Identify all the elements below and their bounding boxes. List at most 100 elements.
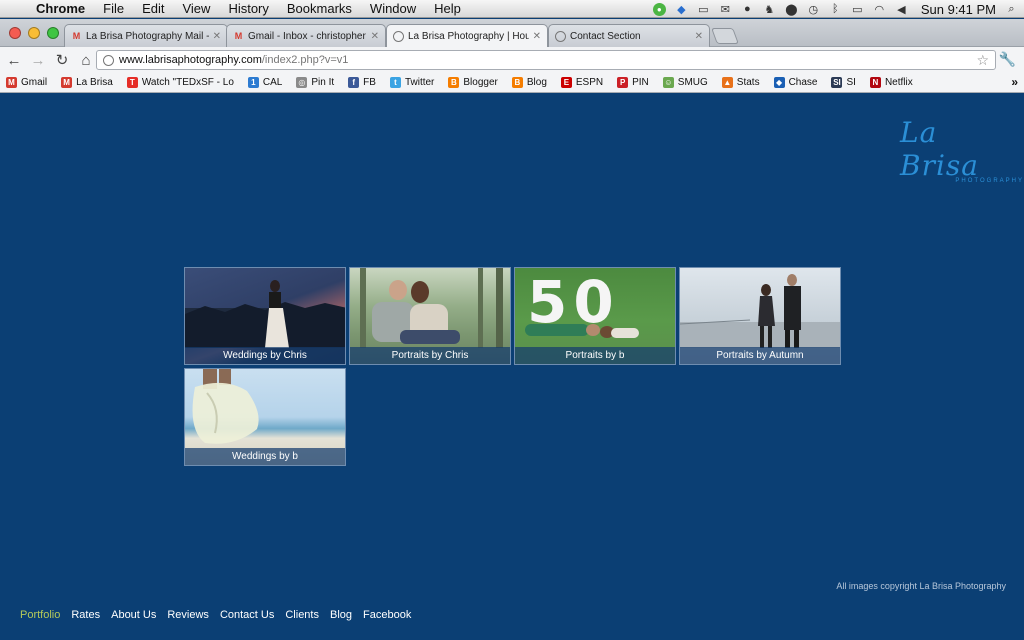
menu-bookmarks[interactable]: Bookmarks bbox=[278, 1, 361, 16]
bookmark-item[interactable]: t Twitter bbox=[389, 77, 434, 88]
tile-caption: Weddings by b bbox=[185, 448, 345, 465]
mac-menu-bar: Chrome File Edit View History Bookmarks … bbox=[0, 0, 1024, 18]
battery-icon[interactable]: ▭ bbox=[851, 3, 864, 16]
bluetooth-icon[interactable]: ᛒ bbox=[829, 3, 842, 16]
bookmark-item[interactable]: N Netflix bbox=[869, 77, 913, 88]
bookmark-icon: t bbox=[389, 77, 401, 88]
bookmark-label: Netflix bbox=[884, 77, 913, 88]
bookmark-icon: ☺ bbox=[662, 77, 674, 88]
clock[interactable]: Sun 9:41 PM bbox=[921, 2, 996, 17]
tile-caption: Portraits by b bbox=[515, 347, 675, 364]
bookmark-item[interactable]: B Blogger bbox=[448, 77, 498, 88]
gmail-icon: M bbox=[72, 31, 81, 41]
la-brisa-logo[interactable]: La Brisa PHOTOGRAPHY bbox=[900, 116, 1024, 184]
wifi-icon[interactable]: ◠ bbox=[873, 3, 886, 16]
sync-icon[interactable]: ⬤ bbox=[785, 3, 798, 16]
bookmark-item[interactable]: ◎ Pin It bbox=[296, 77, 334, 88]
reload-icon[interactable]: ↻ bbox=[52, 51, 72, 69]
gallery-tile-portraits-by-autumn[interactable]: Portraits by Autumn bbox=[679, 267, 841, 365]
minimize-window-button[interactable] bbox=[28, 27, 40, 39]
bookmark-item[interactable]: E ESPN bbox=[560, 77, 603, 88]
gallery-tile-weddings-by-b[interactable]: Weddings by b bbox=[184, 368, 346, 466]
volume-icon[interactable]: ◀ bbox=[895, 3, 908, 16]
address-bar[interactable]: www.labrisaphotography.com/index2.php?v=… bbox=[96, 50, 996, 70]
home-icon[interactable]: ⌂ bbox=[76, 52, 96, 69]
gallery-tile-weddings-by-chris[interactable]: Weddings by Chris bbox=[184, 267, 346, 365]
logo-script: La Brisa bbox=[900, 116, 979, 182]
bookmark-icon: P bbox=[617, 77, 629, 88]
footer-link-about-us[interactable]: About Us bbox=[111, 609, 156, 621]
url-host: www.labrisaphotography.com bbox=[119, 54, 262, 66]
footer-link-clients[interactable]: Clients bbox=[285, 609, 319, 621]
dropbox-icon[interactable]: ◆ bbox=[675, 3, 688, 16]
messages-icon[interactable]: ● bbox=[652, 2, 666, 16]
bookmark-label: FB bbox=[363, 77, 376, 88]
couple-walking-photo bbox=[680, 274, 840, 348]
bookmark-label: La Brisa bbox=[76, 77, 113, 88]
bookmarks-bar: M Gmail M La Brisa T Watch "TEDxSF - Lo 1 CAL ◎ P… bbox=[0, 73, 1024, 93]
footer-link-rates[interactable]: Rates bbox=[71, 609, 100, 621]
copyright-notice: All images copyright La Brisa Photograph… bbox=[836, 581, 1006, 591]
tile-caption: Weddings by Chris bbox=[185, 347, 345, 364]
time-machine-icon[interactable]: ◷ bbox=[807, 3, 820, 16]
spotlight-search-icon[interactable]: ⌕ bbox=[1005, 3, 1018, 16]
wedding-couple-photo bbox=[185, 280, 345, 348]
close-tab-icon[interactable]: ✕ bbox=[695, 31, 703, 42]
tab-la-brisa-mail[interactable]: M La Brisa Photography Mail - L ✕ bbox=[64, 24, 228, 47]
bookmark-icon: ◎ bbox=[296, 77, 308, 88]
bookmark-icon: 1 bbox=[247, 77, 259, 88]
bookmark-item[interactable]: ◆ Chase bbox=[773, 77, 817, 88]
new-tab-button[interactable] bbox=[711, 28, 739, 44]
more-bookmarks-icon[interactable]: » bbox=[1011, 75, 1018, 89]
menu-window[interactable]: Window bbox=[361, 1, 425, 16]
wrench-menu-icon[interactable]: 🔧 bbox=[999, 51, 1016, 68]
menu-history[interactable]: History bbox=[219, 1, 277, 16]
status-tray: ● ◆ ▭ ✉ ● ♞ ⬤ ◷ ᛒ ▭ ◠ ◀ Sun 9:41 PM ⌕ bbox=[652, 0, 1018, 18]
globe-icon bbox=[555, 30, 566, 42]
forward-arrow-icon[interactable]: → bbox=[28, 52, 48, 69]
close-tab-icon[interactable]: ✕ bbox=[371, 31, 379, 42]
bookmark-item[interactable]: T Watch "TEDxSF - Lo bbox=[126, 77, 234, 88]
back-arrow-icon[interactable]: ← bbox=[4, 52, 24, 69]
evernote-icon[interactable]: ♞ bbox=[763, 3, 776, 16]
bookmark-label: Pin It bbox=[311, 77, 335, 88]
menu-help[interactable]: Help bbox=[425, 1, 470, 16]
bookmark-item[interactable]: SI SI bbox=[831, 77, 856, 88]
tab-gmail-inbox[interactable]: M Gmail - Inbox - christopher ✕ bbox=[226, 24, 386, 47]
gallery-tile-portraits-by-chris[interactable]: Portraits by Chris bbox=[349, 267, 511, 365]
menu-view[interactable]: View bbox=[173, 1, 219, 16]
menu-file[interactable]: File bbox=[94, 1, 133, 16]
bookmark-item[interactable]: M La Brisa bbox=[61, 77, 113, 88]
footer-link-facebook[interactable]: Facebook bbox=[363, 609, 411, 621]
mail-icon[interactable]: ✉ bbox=[719, 3, 732, 16]
bookmark-item[interactable]: M Gmail bbox=[6, 77, 47, 88]
footer-link-reviews[interactable]: Reviews bbox=[167, 609, 209, 621]
camera-icon[interactable]: ● bbox=[741, 3, 754, 16]
bookmark-item[interactable]: f FB bbox=[348, 77, 376, 88]
bookmark-item[interactable]: B Blog bbox=[511, 77, 547, 88]
tab-la-brisa-houston[interactable]: La Brisa Photography | Houst ✕ bbox=[386, 24, 548, 47]
bookmark-star-icon[interactable]: ☆ bbox=[976, 52, 989, 69]
menu-edit[interactable]: Edit bbox=[133, 1, 173, 16]
bookmark-item[interactable]: P PIN bbox=[617, 77, 649, 88]
bookmark-item[interactable]: ☺ SMUG bbox=[662, 77, 708, 88]
bookmark-icon: T bbox=[126, 77, 138, 88]
bookmark-icon: SI bbox=[831, 77, 843, 88]
footer-navigation: Portfolio Rates About Us Reviews Contact Us C… bbox=[20, 609, 411, 621]
close-tab-icon[interactable]: ✕ bbox=[213, 31, 221, 42]
tab-contact-section[interactable]: Contact Section ✕ bbox=[548, 24, 710, 47]
bookmark-item[interactable]: 1 CAL bbox=[247, 77, 282, 88]
close-tab-icon[interactable]: ✕ bbox=[533, 31, 541, 42]
menu-app-name[interactable]: Chrome bbox=[30, 1, 94, 16]
gallery-tile-portraits-by-b[interactable]: 50 Portraits by b bbox=[514, 267, 676, 365]
footer-link-contact-us[interactable]: Contact Us bbox=[220, 609, 274, 621]
footer-link-portfolio[interactable]: Portfolio bbox=[20, 609, 60, 621]
zoom-window-button[interactable] bbox=[47, 27, 59, 39]
window-icon[interactable]: ▭ bbox=[697, 3, 710, 16]
browser-toolbar: ← → ↻ ⌂ www.labrisaphotography.com/index… bbox=[0, 47, 1024, 73]
bookmark-item[interactable]: ▲ Stats bbox=[721, 77, 760, 88]
bookmark-label: Watch "TEDxSF - Lo bbox=[141, 77, 234, 88]
bookmark-label: Blog bbox=[526, 77, 547, 88]
footer-link-blog[interactable]: Blog bbox=[330, 609, 352, 621]
close-window-button[interactable] bbox=[9, 27, 21, 39]
